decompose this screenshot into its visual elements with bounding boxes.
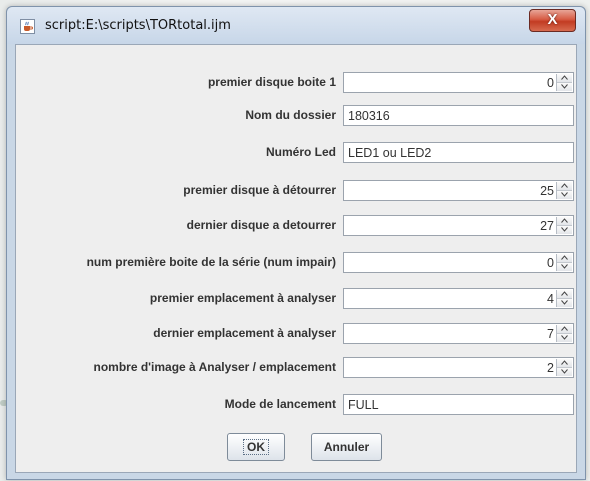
java-cup-icon xyxy=(20,19,35,34)
launch-mode-input[interactable]: FULL xyxy=(343,394,574,415)
folder-name-input[interactable]: 180316 xyxy=(343,105,574,126)
close-button[interactable]: X xyxy=(529,9,576,32)
first-disk-spinner[interactable]: 0 xyxy=(343,72,574,93)
input-value[interactable]: 180316 xyxy=(348,109,390,123)
dialog-window: script:E:\scripts\TORtotal.ijm X premier… xyxy=(6,6,586,480)
arrow-down-icon[interactable] xyxy=(557,368,572,376)
arrow-up-icon[interactable] xyxy=(557,182,572,191)
ok-button[interactable]: OK xyxy=(227,433,285,461)
spinner-buttons xyxy=(556,359,572,376)
field-label: Numéro Led xyxy=(265,145,336,159)
led-number-input[interactable]: LED1 ou LED2 xyxy=(343,142,574,163)
spinner-value[interactable]: 0 xyxy=(547,256,554,270)
spinner-buttons xyxy=(556,290,572,307)
last-slot-spinner[interactable]: 7 xyxy=(343,323,574,344)
arrow-down-icon[interactable] xyxy=(557,226,572,234)
field-label: dernier disque a detourrer xyxy=(186,218,336,232)
arrow-down-icon[interactable] xyxy=(557,83,572,91)
first-slot-spinner[interactable]: 4 xyxy=(343,288,574,309)
spinner-buttons xyxy=(556,217,572,234)
title-bar[interactable]: script:E:\scripts\TORtotal.ijm X xyxy=(7,7,585,44)
form-row: num première boite de la série (num impa… xyxy=(16,250,576,274)
field-label: nombre d'image à Analyser / emplacement xyxy=(93,360,337,374)
arrow-down-icon[interactable] xyxy=(557,191,572,199)
arrow-up-icon[interactable] xyxy=(557,290,572,299)
spinner-value[interactable]: 27 xyxy=(540,219,554,233)
arrow-down-icon[interactable] xyxy=(557,263,572,271)
spinner-value[interactable]: 4 xyxy=(547,292,554,306)
images-per-slot-spinner[interactable]: 2 xyxy=(343,357,574,378)
form-row: Numéro Led LED1 ou LED2 xyxy=(16,140,576,164)
form-row: dernier disque a detourrer 27 xyxy=(16,213,576,237)
close-icon: X xyxy=(547,11,558,28)
window-title: script:E:\scripts\TORtotal.ijm xyxy=(45,18,231,33)
spinner-value[interactable]: 0 xyxy=(547,76,554,90)
arrow-down-icon[interactable] xyxy=(557,334,572,342)
field-label: Nom du dossier xyxy=(245,108,336,122)
form-row: nombre d'image à Analyser / emplacement … xyxy=(16,355,576,379)
form-row: premier disque boite 1 0 xyxy=(16,70,576,94)
form-row: premier disque à détourrer 25 xyxy=(16,178,576,202)
field-label: premier disque boite 1 xyxy=(207,75,336,89)
last-disk-crop-spinner[interactable]: 27 xyxy=(343,215,574,236)
field-label: premier disque à détourrer xyxy=(183,183,336,197)
arrow-up-icon[interactable] xyxy=(557,74,572,83)
focus-ring xyxy=(243,439,269,455)
spinner-buttons xyxy=(556,254,572,271)
spinner-value[interactable]: 25 xyxy=(540,184,554,198)
field-label: dernier emplacement à analyser xyxy=(153,326,336,340)
spinner-buttons xyxy=(556,182,572,199)
arrow-down-icon[interactable] xyxy=(557,299,572,307)
arrow-up-icon[interactable] xyxy=(557,325,572,334)
arrow-up-icon[interactable] xyxy=(557,359,572,368)
cancel-button-label: Annuler xyxy=(323,440,370,454)
spinner-buttons xyxy=(556,74,572,91)
field-label: num première boite de la série (num impa… xyxy=(86,255,336,269)
field-label: Mode de lancement xyxy=(224,397,336,411)
spinner-value[interactable]: 7 xyxy=(547,327,554,341)
first-disk-crop-spinner[interactable]: 25 xyxy=(343,180,574,201)
form-panel: premier disque boite 1 0 Nom du dossier … xyxy=(15,44,577,473)
input-value[interactable]: FULL xyxy=(348,398,379,412)
form-row: dernier emplacement à analyser 7 xyxy=(16,321,576,345)
form-row: Mode de lancement FULL xyxy=(16,392,576,416)
spinner-value[interactable]: 2 xyxy=(547,361,554,375)
cancel-button[interactable]: Annuler xyxy=(311,433,382,461)
input-value[interactable]: LED1 ou LED2 xyxy=(348,146,431,160)
form-row: Nom du dossier 180316 xyxy=(16,103,576,127)
field-label: premier emplacement à analyser xyxy=(149,291,336,305)
arrow-up-icon[interactable] xyxy=(557,254,572,263)
arrow-up-icon[interactable] xyxy=(557,217,572,226)
first-box-series-spinner[interactable]: 0 xyxy=(343,252,574,273)
form-row: premier emplacement à analyser 4 xyxy=(16,286,576,310)
spinner-buttons xyxy=(556,325,572,342)
